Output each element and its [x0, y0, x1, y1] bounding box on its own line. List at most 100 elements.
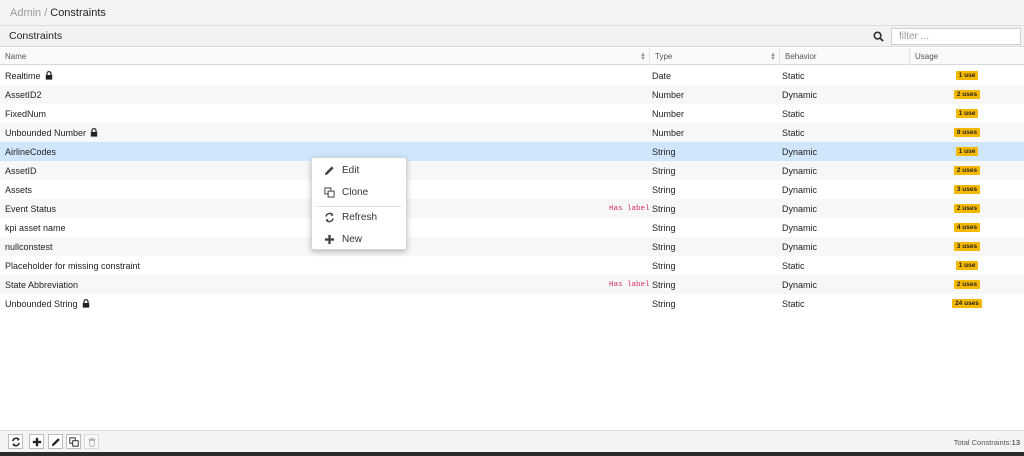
table-row[interactable]: AirlineCodes String Dynamic 1 use [0, 142, 1024, 161]
table-row[interactable]: Assets String Dynamic 3 uses [0, 180, 1024, 199]
row-name: AssetID2 [5, 85, 42, 104]
row-name-text: Unbounded Number [5, 127, 87, 138]
usage-badge: 3 uses [953, 185, 981, 194]
row-name: Event Status [5, 199, 56, 218]
table-row[interactable]: nullconstest String Dynamic 3 uses [0, 237, 1024, 256]
table-row[interactable]: Realtime Date Static 1 use [0, 66, 1024, 85]
plus-icon [323, 234, 335, 245]
context-menu-clone[interactable]: Clone [312, 182, 406, 202]
panel-header: Constraints [0, 26, 1024, 47]
row-usage: 2 uses [912, 85, 1022, 104]
row-name-text: AssetID2 [5, 89, 42, 100]
refresh-icon [11, 437, 20, 446]
breadcrumb-admin-link[interactable]: Admin [10, 7, 41, 19]
pencil-icon [51, 437, 60, 446]
column-header-type[interactable]: Type ▲ ▼ [650, 48, 780, 65]
plus-icon [32, 437, 41, 446]
clone-button[interactable] [66, 434, 81, 449]
row-name: AssetID [5, 161, 37, 180]
row-usage: 2 uses [912, 161, 1022, 180]
table-row[interactable]: Unbounded String String Static 24 uses [0, 294, 1024, 313]
copy-icon [68, 436, 79, 447]
table-row[interactable]: FixedNum Number Static 1 use [0, 104, 1024, 123]
trash-icon [88, 437, 95, 447]
row-behavior: Static [782, 108, 805, 119]
row-behavior: Dynamic [782, 165, 818, 176]
row-type: Date [652, 70, 672, 81]
row-type: String [652, 241, 676, 252]
table-row[interactable]: kpi asset name String Dynamic 4 uses [0, 218, 1024, 237]
refresh-button[interactable] [8, 434, 23, 449]
row-usage: 3 uses [912, 237, 1022, 256]
pencil-icon [323, 165, 335, 176]
column-header-name[interactable]: Name ▲ ▼ [0, 48, 650, 65]
usage-badge: 3 uses [953, 242, 981, 251]
row-usage: 2 uses [912, 275, 1022, 294]
total-constraints-label: Total Constraints: [953, 437, 1012, 447]
usage-badge: 2 uses [953, 90, 981, 99]
usage-badge: 2 uses [953, 280, 981, 289]
row-type: String [652, 184, 676, 195]
row-name: Unbounded String [5, 294, 90, 313]
context-menu-edit[interactable]: Edit [312, 160, 406, 180]
row-name-text: Assets [5, 184, 33, 195]
usage-badge: 2 uses [953, 166, 981, 175]
usage-badge: 1 use [955, 261, 979, 270]
total-constraints: Total Constraints: 13 [954, 431, 1020, 453]
row-name-text: FixedNum [5, 108, 47, 119]
row-usage: 1 use [912, 104, 1022, 123]
table-row[interactable]: Placeholder for missing constraint String… [0, 256, 1024, 275]
lock-icon [45, 71, 53, 80]
row-usage: 1 use [912, 142, 1022, 161]
table-row[interactable]: Event Status Has label String Dynamic 2 uses [0, 199, 1024, 218]
row-name-text: kpi asset name [5, 222, 66, 233]
row-name: Unbounded Number [5, 123, 98, 142]
row-behavior: Dynamic [782, 203, 818, 214]
context-menu-refresh[interactable]: Refresh [312, 207, 406, 227]
row-type: String [652, 203, 676, 214]
row-name: Assets [5, 180, 32, 199]
row-name: AirlineCodes [5, 142, 56, 161]
row-name: FixedNum [5, 104, 46, 123]
table-row[interactable]: AssetID2 Number Dynamic 2 uses [0, 85, 1024, 104]
row-name-text: AssetID [5, 165, 37, 176]
has-label-tag: Has label [609, 204, 650, 213]
filter-input[interactable] [891, 28, 1021, 45]
breadcrumb-separator: / [44, 6, 48, 19]
row-behavior: Static [782, 127, 805, 138]
add-button[interactable] [29, 434, 44, 449]
row-type: String [652, 279, 676, 290]
context-menu-new[interactable]: New [312, 229, 406, 249]
row-name: kpi asset name [5, 218, 66, 237]
usage-badge: 2 uses [953, 204, 981, 213]
search-button[interactable] [869, 28, 887, 45]
delete-button[interactable] [84, 434, 99, 449]
row-name: State Abbreviation [5, 275, 78, 294]
row-behavior: Dynamic [782, 89, 818, 100]
row-name-text: Placeholder for missing constraint [5, 260, 141, 271]
row-behavior: Dynamic [782, 222, 818, 233]
edit-button[interactable] [48, 434, 63, 449]
row-name: nullconstest [5, 237, 53, 256]
table-row[interactable]: State Abbreviation Has label String Dynamic… [0, 275, 1024, 294]
search-icon [872, 31, 884, 42]
row-name: Realtime [5, 66, 53, 85]
row-usage: 1 use [912, 66, 1022, 85]
row-name-text: nullconstest [5, 241, 53, 252]
table-row[interactable]: AssetID String Dynamic 2 uses [0, 161, 1024, 180]
usage-badge: 4 uses [953, 223, 981, 232]
lock-icon [82, 299, 90, 308]
column-header-usage[interactable]: Usage [910, 48, 1024, 65]
row-name-text: Unbounded String [5, 298, 78, 309]
refresh-icon [323, 212, 335, 223]
row-type: Number [652, 89, 685, 100]
usage-badge: 24 uses [952, 299, 982, 308]
table-row[interactable]: Unbounded Number Number Static 8 uses [0, 123, 1024, 142]
row-type: String [652, 146, 676, 157]
row-type: String [652, 298, 676, 309]
row-usage: 24 uses [912, 294, 1022, 313]
breadcrumb-current: Constraints [50, 6, 106, 19]
column-header-behavior[interactable]: Behavior [780, 48, 910, 65]
row-type: String [652, 165, 676, 176]
row-usage: 2 uses [912, 199, 1022, 218]
